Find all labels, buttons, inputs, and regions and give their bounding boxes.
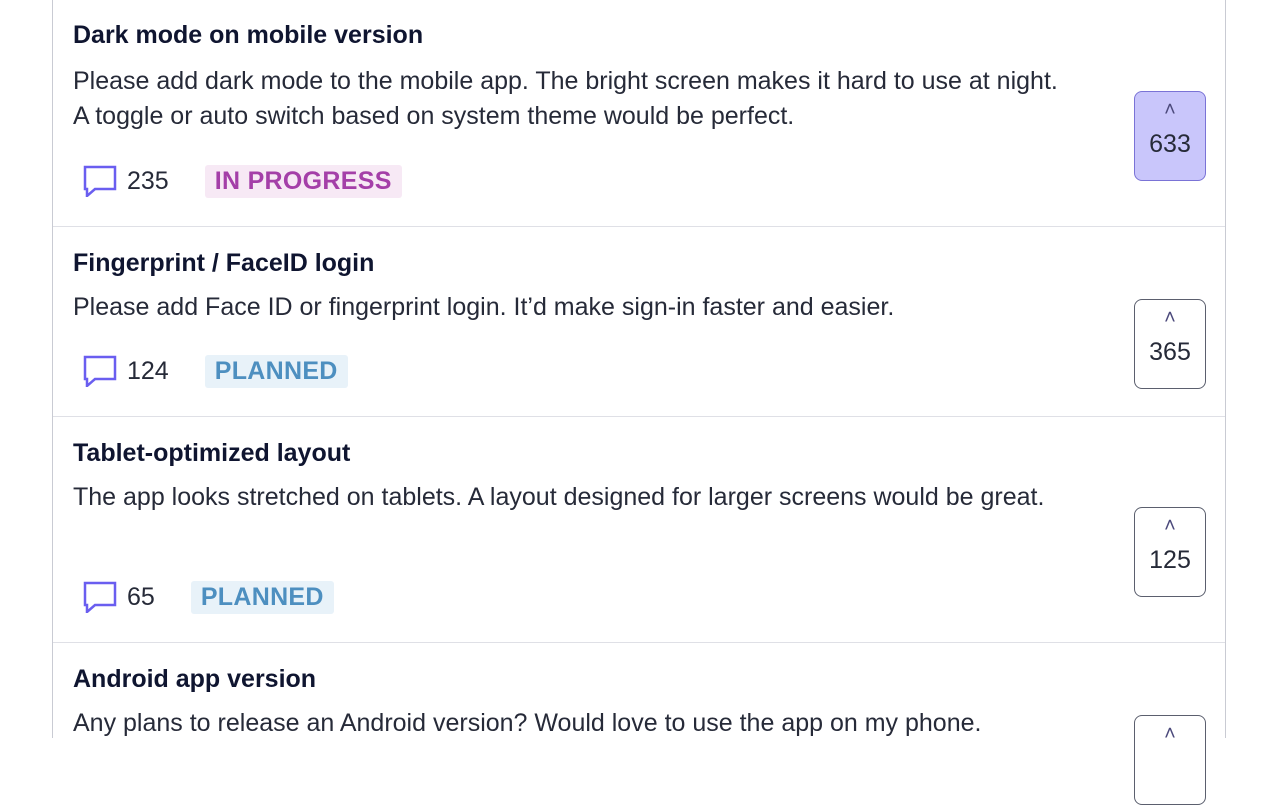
comment-count: 124 [127,356,169,385]
vote-count: 633 [1149,130,1191,158]
comment-icon[interactable] [83,355,117,389]
chevron-up-icon: ˄ [1164,99,1176,121]
post-description: Please add dark mode to the mobile app. … [73,67,1058,130]
feedback-post[interactable]: Fingerprint / FaceID login Please add Fa… [53,227,1225,417]
upvote-button[interactable]: ˄ 633 [1134,91,1206,181]
feedback-post[interactable]: Tablet-optimized layout The app looks st… [53,417,1225,643]
upvote-button[interactable]: ˄ 365 [1134,299,1206,389]
upvote-button[interactable]: ˄ 125 [1134,507,1206,597]
post-title[interactable]: Fingerprint / FaceID login [73,249,374,278]
comment-icon[interactable] [83,581,117,615]
chevron-up-icon: ˄ [1164,307,1176,329]
status-badge: IN PROGRESS [204,164,402,198]
feedback-list: Dark mode on mobile version Please add d… [52,0,1226,805]
post-meta: 235 IN PROGRESS [83,164,402,199]
comment-count: 65 [127,582,155,611]
vote-count: 365 [1149,338,1191,366]
comment-count: 235 [127,166,169,195]
feedback-post[interactable]: Dark mode on mobile version Please add d… [53,0,1225,227]
post-description: Any plans to release an Android version?… [73,709,982,737]
chevron-up-icon: ˄ [1164,723,1176,745]
post-title[interactable]: Dark mode on mobile version [73,21,423,50]
post-title[interactable]: Tablet-optimized layout [73,439,350,468]
chevron-up-icon: ˄ [1164,515,1176,537]
post-meta: 124 PLANNED [83,354,348,389]
post-description: Please add Face ID or fingerprint login.… [73,293,895,321]
post-title[interactable]: Android app version [73,665,316,694]
comment-icon[interactable] [83,165,117,199]
feedback-post[interactable]: Android app version Any plans to release… [53,643,1225,805]
status-badge: PLANNED [204,354,348,388]
post-description: The app looks stretched on tablets. A la… [73,483,1045,511]
upvote-button[interactable]: ˄ [1134,715,1206,805]
vote-count: 125 [1149,546,1191,574]
post-meta: 65 PLANNED [83,580,334,615]
status-badge: PLANNED [190,580,334,614]
